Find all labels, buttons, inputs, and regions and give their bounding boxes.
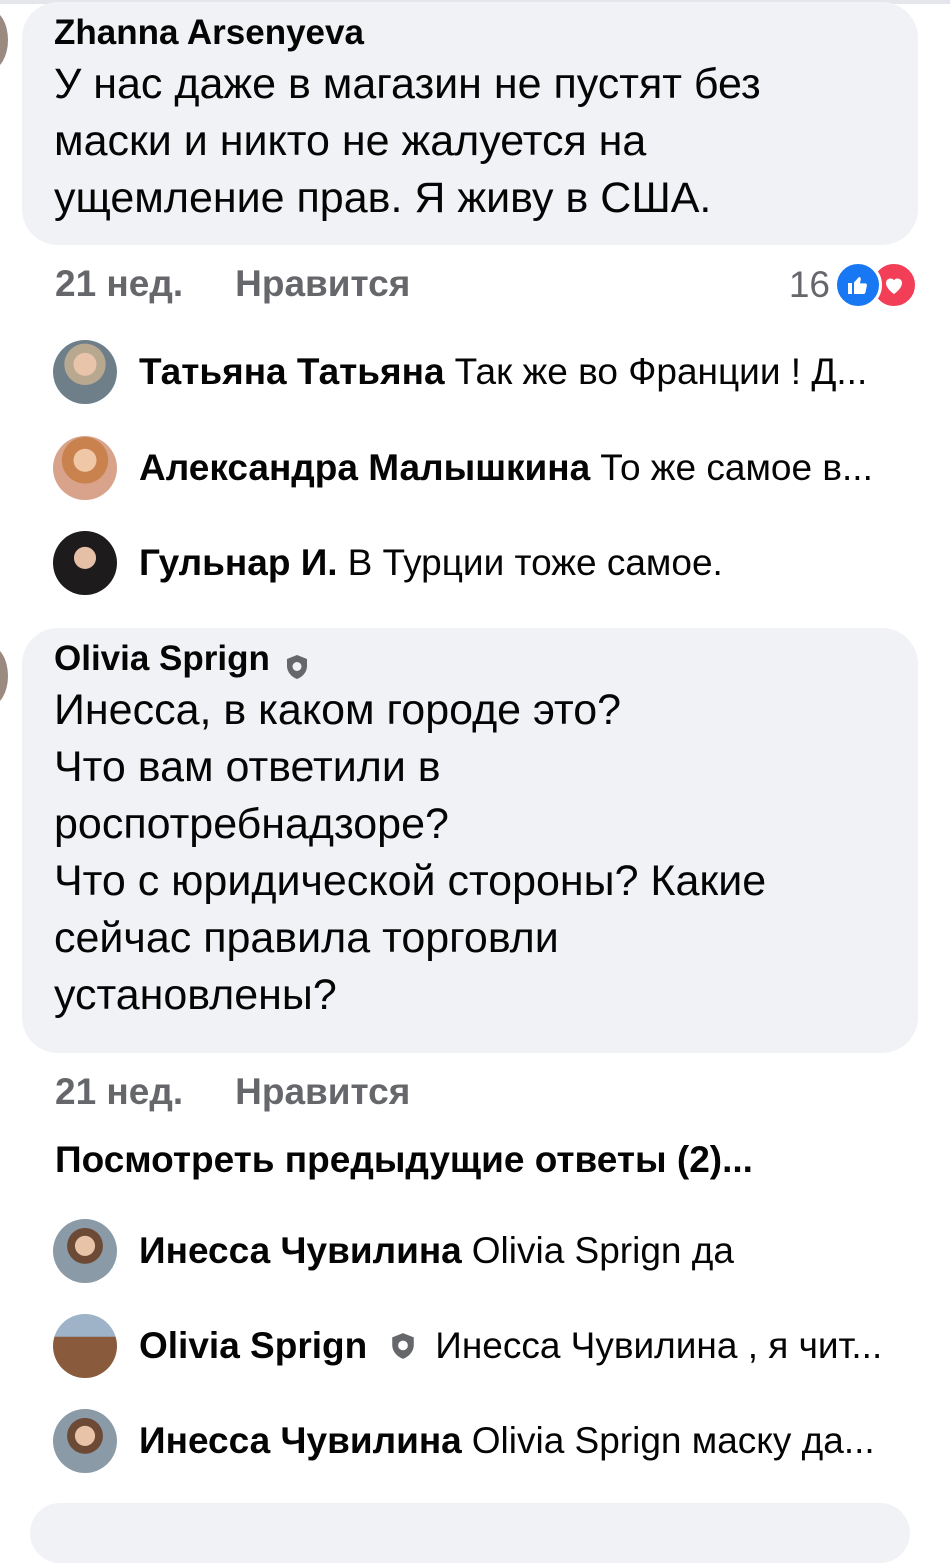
avatar[interactable]	[53, 340, 117, 404]
reply-text: Olivia Sprign да	[471, 1230, 734, 1271]
comment-meta: 21 нед. Нравится	[55, 1071, 410, 1113]
verified-badge-icon	[389, 1332, 417, 1360]
comment-bubble: Olivia Sprign Инесса, в каком городе это…	[22, 628, 918, 1053]
reactions-summary[interactable]: 16	[789, 261, 918, 309]
verified-badge-icon	[284, 646, 310, 679]
reply-text: Так же во Франции ! Д...	[454, 351, 868, 392]
reply-text: Инесса Чувилина , я чит...	[435, 1325, 883, 1366]
avatar[interactable]	[53, 1314, 117, 1378]
reply-author[interactable]: Гульнар И.	[139, 542, 338, 584]
comment-author-row: Olivia Sprign	[54, 636, 888, 682]
comment-avatar[interactable]	[0, 646, 8, 706]
reply-text: В Турции тоже самое.	[347, 542, 723, 583]
avatar[interactable]	[53, 1409, 117, 1473]
reply-item[interactable]: Olivia Sprign Инесса Чувилина , я чит...	[53, 1313, 882, 1379]
reply-author[interactable]: Инесса Чувилина	[139, 1420, 462, 1462]
comment-text: У нас даже в магазин не пустят без маски…	[54, 60, 761, 222]
avatar[interactable]	[53, 531, 117, 595]
reply-item[interactable]: Инесса Чувилина Olivia Sprign маску да..…	[53, 1408, 875, 1474]
reply-author[interactable]: Татьяна Татьяна	[139, 351, 445, 393]
reaction-count: 16	[788, 264, 830, 305]
comment-time[interactable]: 21 нед.	[55, 1071, 183, 1113]
thumbs-up-icon	[834, 261, 882, 309]
comment-avatar[interactable]	[0, 10, 8, 70]
avatar[interactable]	[53, 436, 117, 500]
view-previous-replies-link[interactable]: Посмотреть предыдущие ответы (2)...	[55, 1139, 753, 1181]
next-comment-bubble	[30, 1503, 910, 1563]
reply-text: То же самое в...	[600, 447, 873, 488]
reply-author[interactable]: Инесса Чувилина	[139, 1230, 462, 1272]
like-button[interactable]: Нравится	[235, 1071, 410, 1113]
comment-author[interactable]: Zhanna Arsenyeva	[54, 10, 888, 56]
reply-item[interactable]: Александра Малышкина То же самое в...	[53, 435, 873, 501]
reply-author[interactable]: Александра Малышкина	[139, 447, 590, 489]
reply-item[interactable]: Гульнар И. В Турции тоже самое.	[53, 530, 723, 596]
comment-text: Инесса, в каком городе это? Что вам отве…	[54, 686, 767, 1019]
reply-item[interactable]: Татьяна Татьяна Так же во Франции ! Д...	[53, 339, 867, 405]
comment-time[interactable]: 21 нед.	[55, 263, 183, 305]
like-button[interactable]: Нравится	[235, 263, 410, 305]
comment-author[interactable]: Olivia Sprign	[54, 636, 270, 682]
reply-item[interactable]: Инесса Чувилина Olivia Sprign да	[53, 1218, 734, 1284]
comment-bubble: Zhanna Arsenyeva У нас даже в магазин не…	[22, 2, 918, 245]
reply-text: Olivia Sprign маску да...	[471, 1420, 875, 1461]
avatar[interactable]	[53, 1219, 117, 1283]
comment-meta: 21 нед. Нравится	[55, 263, 410, 305]
reply-author[interactable]: Olivia Sprign	[139, 1325, 367, 1367]
